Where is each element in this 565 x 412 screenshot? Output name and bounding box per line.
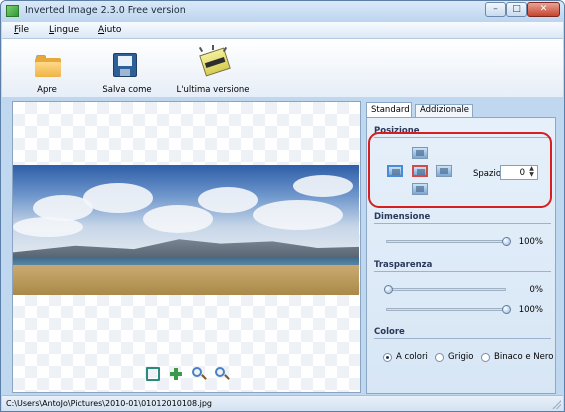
- transparency-slider-1-thumb[interactable]: [384, 285, 393, 294]
- position-title: Posizione: [374, 126, 420, 136]
- position-left-button[interactable]: [387, 165, 403, 177]
- tab-additional[interactable]: Addizionale: [415, 104, 473, 117]
- transparency-slider-2-track[interactable]: [386, 308, 506, 311]
- move-icon[interactable]: [169, 367, 183, 381]
- position-bottom-button[interactable]: [412, 183, 428, 195]
- radio-gray[interactable]: [435, 353, 444, 362]
- resize-grip-icon[interactable]: [552, 400, 561, 409]
- radio-color[interactable]: [383, 353, 392, 362]
- transparency-2-value: 100%: [518, 305, 543, 315]
- dimension-title: Dimensione: [374, 212, 431, 222]
- dimension-slider-thumb[interactable]: [502, 237, 511, 246]
- maximize-button[interactable]: □: [506, 2, 527, 17]
- minimize-button[interactable]: –: [485, 2, 506, 17]
- window-title: Inverted Image 2.3.0 Free version: [25, 5, 186, 16]
- radio-gray-label[interactable]: Grigio: [448, 352, 473, 362]
- color-divider: [374, 338, 551, 339]
- position-divider: [374, 137, 551, 138]
- menu-bar: File Lingue Aiuto: [2, 22, 563, 39]
- file-path: C:\Users\AntoJo\Pictures\2010-01\0101201…: [6, 399, 213, 408]
- dimension-slider-track[interactable]: [386, 240, 506, 243]
- menu-languages[interactable]: Lingue: [49, 25, 79, 35]
- title-bar[interactable]: Inverted Image 2.3.0 Free version – □ ✕: [1, 1, 564, 22]
- spacing-spinbox[interactable]: 0 ▲ ▼: [500, 165, 538, 180]
- save-as-label: Salva come: [102, 85, 152, 95]
- dimension-value: 100%: [518, 237, 543, 247]
- zoom-out-icon[interactable]: [215, 367, 225, 377]
- radio-black-white-label[interactable]: Binaco e Nero: [494, 352, 553, 362]
- position-top-button[interactable]: [412, 147, 428, 159]
- dimension-divider: [374, 223, 551, 224]
- menu-file[interactable]: File: [14, 25, 29, 35]
- radio-color-label[interactable]: A colori: [396, 352, 428, 362]
- fit-to-window-icon[interactable]: [146, 367, 160, 381]
- spacing-label: Spazio: [473, 169, 502, 179]
- open-label: Apre: [37, 85, 57, 95]
- zoom-in-icon[interactable]: [192, 367, 202, 377]
- spin-arrows-icon[interactable]: ▲ ▼: [527, 166, 536, 179]
- position-center-button[interactable]: [412, 165, 428, 177]
- toolbar: Apre Salva come L'ultima versione: [2, 39, 563, 97]
- status-bar: C:\Users\AntoJo\Pictures\2010-01\0101201…: [2, 395, 563, 411]
- floppy-disk-icon: [113, 53, 137, 77]
- spacing-value: 0: [519, 168, 525, 178]
- folder-icon: [35, 55, 61, 77]
- transparency-title: Trasparenza: [374, 260, 433, 270]
- position-right-button[interactable]: [436, 165, 452, 177]
- tab-standard[interactable]: Standard: [366, 102, 412, 118]
- menu-help[interactable]: Aiuto: [98, 25, 121, 35]
- transparency-divider: [374, 271, 551, 272]
- color-title: Colore: [374, 327, 405, 337]
- latest-version-label: L'ultima versione: [176, 85, 250, 95]
- app-icon: [6, 5, 19, 17]
- settings-panel: Posizione Spazio 0 ▲ ▼ Dimensione 100% Tr…: [366, 117, 556, 394]
- close-button[interactable]: ✕: [527, 2, 560, 17]
- transparency-1-value: 0%: [529, 285, 544, 295]
- app-window: Inverted Image 2.3.0 Free version – □ ✕ …: [0, 0, 565, 412]
- preview-image: [13, 165, 359, 295]
- radio-black-white[interactable]: [481, 353, 490, 362]
- new-version-box-icon: [199, 47, 231, 77]
- transparency-slider-2-thumb[interactable]: [502, 305, 511, 314]
- transparency-slider-1-track[interactable]: [386, 288, 506, 291]
